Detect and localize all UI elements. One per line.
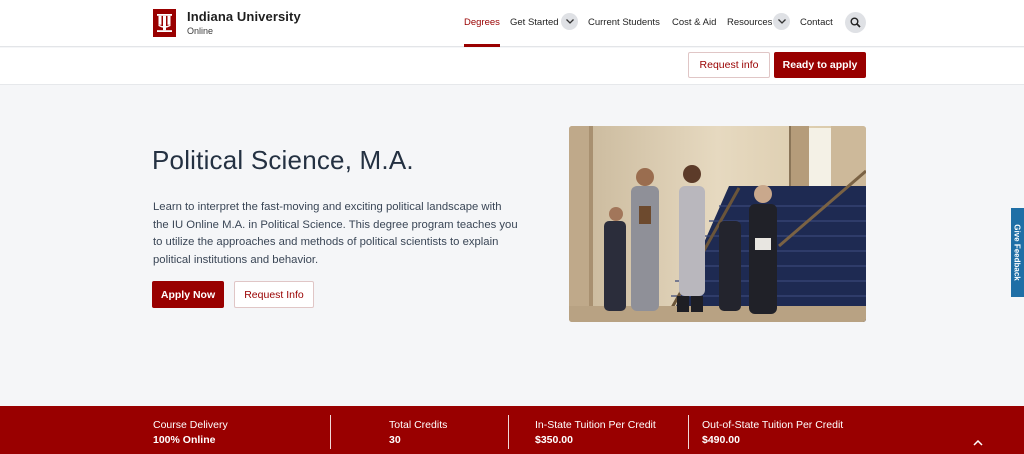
stat-divider [330, 415, 331, 449]
chevron-up-icon[interactable] [973, 433, 983, 451]
brand-name[interactable]: Indiana University [187, 9, 301, 24]
stat-value-course-delivery: 100% Online [153, 434, 216, 446]
trident-logo-icon[interactable] [153, 9, 176, 37]
nav-contact[interactable]: Contact [800, 17, 833, 28]
stat-label-course-delivery: Course Delivery [153, 419, 228, 431]
hero-photo [569, 126, 866, 322]
stat-label-out-of-state-tuition: Out-of-State Tuition Per Credit [702, 419, 844, 431]
request-info-hero-button[interactable]: Request Info [234, 281, 314, 308]
stat-divider [688, 415, 689, 449]
chevron-down-icon[interactable] [561, 13, 578, 30]
cta-bar: Request info Ready to apply [0, 48, 1024, 85]
program-description: Learn to interpret the fast-moving and e… [153, 201, 518, 266]
program-stats-bar: Course Delivery 100% Online Total Credit… [0, 406, 1024, 454]
give-feedback-label: Give Feedback [1013, 224, 1023, 281]
stat-label-in-state-tuition: In-State Tuition Per Credit [535, 419, 656, 431]
active-nav-indicator [464, 44, 500, 47]
stat-value-total-credits: 30 [389, 434, 401, 446]
stat-label-total-credits: Total Credits [389, 419, 448, 431]
chevron-down-icon[interactable] [773, 13, 790, 30]
apply-now-button[interactable]: Apply Now [152, 281, 224, 308]
stat-divider [508, 415, 509, 449]
nav-resources[interactable]: Resources [727, 17, 772, 28]
search-icon[interactable] [845, 12, 866, 33]
nav-get-started[interactable]: Get Started [510, 17, 559, 28]
nav-current-students[interactable]: Current Students [588, 17, 660, 28]
site-header: Indiana University Online Degrees Get St… [0, 0, 1024, 47]
request-info-button[interactable]: Request info [688, 52, 770, 78]
brand-subtitle: Online [187, 26, 214, 36]
nav-cost-aid[interactable]: Cost & Aid [672, 17, 716, 28]
give-feedback-tab[interactable]: Give Feedback [1011, 208, 1024, 297]
page-title: Political Science, M.A. [152, 145, 414, 175]
stat-value-in-state-tuition: $350.00 [535, 434, 573, 446]
ready-to-apply-button[interactable]: Ready to apply [774, 52, 866, 78]
stat-value-out-of-state-tuition: $490.00 [702, 434, 740, 446]
nav-degrees[interactable]: Degrees [464, 17, 500, 28]
